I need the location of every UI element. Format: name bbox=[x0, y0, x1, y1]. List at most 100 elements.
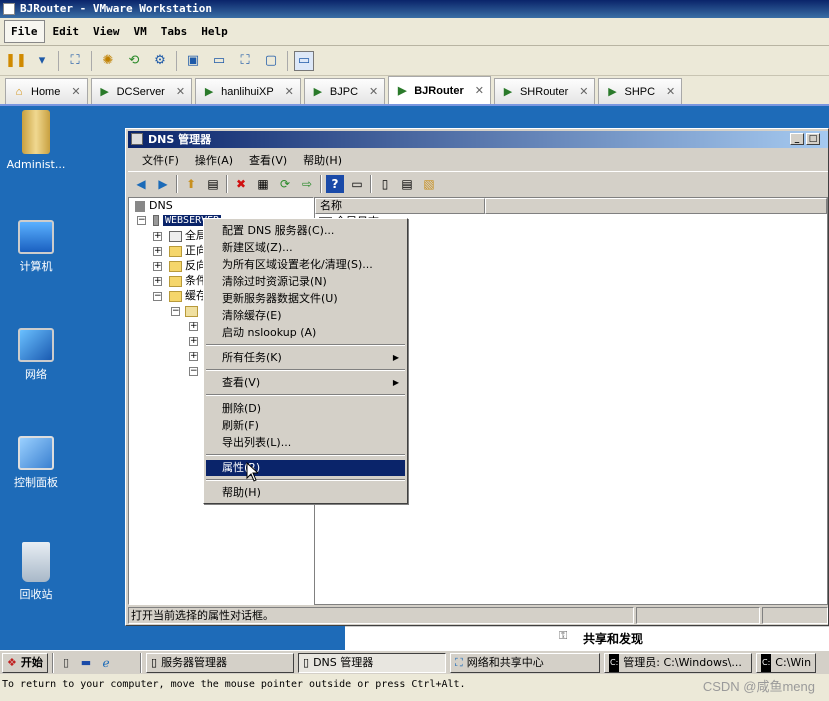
console-view-icon[interactable]: ▭ bbox=[209, 51, 229, 71]
tree-node-zone[interactable] bbox=[185, 303, 201, 318]
menu-item-properties[interactable]: 属性(R) bbox=[206, 460, 405, 476]
tree-node-conditional-forwarders[interactable]: 条件 bbox=[169, 273, 207, 288]
vm-menu-help[interactable]: Help bbox=[195, 21, 234, 42]
tab-bjpc[interactable]: ▶ BJPC ✕ bbox=[303, 78, 386, 104]
help-icon[interactable]: ? bbox=[326, 174, 344, 193]
taskbar-button-dns-manager[interactable]: ▯ DNS 管理器 bbox=[298, 652, 446, 673]
close-icon[interactable]: ✕ bbox=[285, 85, 294, 98]
tree-node-dns[interactable]: DNS bbox=[135, 198, 173, 213]
close-icon[interactable]: ✕ bbox=[579, 85, 588, 98]
menu-item-delete[interactable]: 删除(D) bbox=[206, 401, 405, 417]
vm-menu-tabs[interactable]: Tabs bbox=[155, 21, 194, 42]
menu-item-all-tasks[interactable]: 所有任务(K) ▶ bbox=[206, 350, 405, 366]
menu-item-new-zone[interactable]: 新建区域(Z)... bbox=[206, 240, 405, 256]
tab-shrouter[interactable]: ▶ SHRouter ✕ bbox=[493, 78, 596, 104]
tab-hanlihuixp[interactable]: ▶ hanlihuiXP ✕ bbox=[195, 78, 301, 104]
pause-icon[interactable]: ❚❚ bbox=[5, 51, 27, 71]
taskbar-button-network-center[interactable]: ⛶ 网络和共享中心 bbox=[450, 652, 600, 673]
internet-explorer-icon[interactable]: ℯ bbox=[98, 653, 114, 673]
taskbar-button-cmd-admin[interactable]: C: 管理员: C:\Windows\... bbox=[604, 652, 752, 673]
maximize-button[interactable]: □ bbox=[806, 133, 820, 145]
close-icon[interactable]: ✕ bbox=[71, 85, 80, 98]
taskbar-button-cmd[interactable]: C: C:\Win bbox=[756, 652, 816, 673]
menu-separator bbox=[206, 479, 405, 481]
tree-node-reverse-zones[interactable]: 反向 bbox=[169, 258, 207, 273]
vm-menu-vm[interactable]: VM bbox=[128, 21, 153, 42]
close-icon[interactable]: ✕ bbox=[666, 85, 675, 98]
desktop-icon-control-panel[interactable]: 控制面板 bbox=[0, 436, 76, 490]
menu-item-export-list[interactable]: 导出列表(L)... bbox=[206, 435, 405, 451]
expand-icon[interactable]: + bbox=[153, 232, 162, 241]
tab-home[interactable]: ⌂ Home ✕ bbox=[5, 78, 88, 104]
export-list-icon[interactable]: ⇨ bbox=[298, 175, 316, 193]
tab-shpc[interactable]: ▶ SHPC ✕ bbox=[598, 78, 683, 104]
show-desktop-icon[interactable]: ▬ bbox=[78, 653, 94, 673]
server-icon[interactable]: ▯ bbox=[376, 175, 394, 193]
vm-menu-file[interactable]: File bbox=[4, 20, 45, 43]
expand-icon[interactable]: + bbox=[153, 277, 162, 286]
tree-node-global-logs[interactable]: 全局 bbox=[169, 228, 207, 243]
revert-snapshot-icon[interactable]: ⟲ bbox=[124, 51, 144, 71]
menu-item-refresh[interactable]: 刷新(F) bbox=[206, 418, 405, 434]
collapse-icon[interactable]: − bbox=[153, 292, 162, 301]
unity-icon[interactable]: ▢ bbox=[261, 51, 281, 71]
collapse-icon[interactable]: − bbox=[137, 216, 146, 225]
expand-icon[interactable]: + bbox=[189, 352, 198, 361]
menu-item-help[interactable]: 帮助(H) bbox=[206, 485, 405, 501]
menu-item-update-data-files[interactable]: 更新服务器数据文件(U) bbox=[206, 291, 405, 307]
menu-item-configure-dns[interactable]: 配置 DNS 服务器(C)... bbox=[206, 223, 405, 239]
collapse-icon[interactable]: − bbox=[171, 307, 180, 316]
console-view-icon[interactable]: ▭ bbox=[348, 175, 366, 193]
vm-menu-edit[interactable]: Edit bbox=[47, 21, 86, 42]
show-hide-tree-icon[interactable]: ▤ bbox=[204, 175, 222, 193]
dns-menu-view[interactable]: 查看(V) bbox=[241, 150, 295, 170]
tab-bjrouter[interactable]: ▶ BJRouter ✕ bbox=[388, 76, 491, 104]
snapshot-manager-icon[interactable]: ⚙ bbox=[150, 51, 170, 71]
taskbar-button-server-manager[interactable]: ▯ 服务器管理器 bbox=[146, 652, 294, 673]
menu-item-set-aging[interactable]: 为所有区域设置老化/清理(S)... bbox=[206, 257, 405, 273]
close-icon[interactable]: ✕ bbox=[369, 85, 378, 98]
close-icon[interactable]: ✕ bbox=[475, 84, 484, 97]
quick-switch-icon[interactable]: ▭ bbox=[294, 50, 314, 71]
expand-icon[interactable]: + bbox=[153, 262, 162, 271]
tree-node-cached-lookups[interactable]: 缓存 bbox=[169, 288, 207, 303]
tab-dcserver[interactable]: ▶ DCServer ✕ bbox=[90, 78, 193, 104]
record-list-icon[interactable]: ▤ bbox=[398, 175, 416, 193]
sidebar-toggle-icon[interactable]: ▣ bbox=[183, 51, 203, 71]
start-button[interactable]: ❖ 开始 bbox=[2, 652, 48, 673]
desktop-icon-computer[interactable]: 计算机 bbox=[0, 220, 76, 274]
forward-arrow-icon[interactable]: ▶ bbox=[154, 175, 172, 193]
server-manager-quicklaunch-icon[interactable]: ▯ bbox=[58, 653, 74, 673]
menu-item-view[interactable]: 查看(V) ▶ bbox=[206, 375, 405, 391]
desktop-icon-administrator[interactable]: Administ... bbox=[0, 110, 76, 171]
desktop-icon-recycle-bin[interactable]: 回收站 bbox=[0, 542, 76, 602]
tree-node-forward-zones[interactable]: 正向 bbox=[169, 243, 207, 258]
zone-icon[interactable]: ▧ bbox=[420, 175, 438, 193]
column-header-empty[interactable] bbox=[485, 198, 827, 214]
expand-icon[interactable]: + bbox=[153, 247, 162, 256]
fullscreen-icon[interactable]: ⛶ bbox=[235, 51, 255, 71]
refresh-icon[interactable]: ⟳ bbox=[276, 175, 294, 193]
dropdown-arrow-icon[interactable]: ▾ bbox=[32, 51, 52, 71]
menu-item-scavenge-records[interactable]: 清除过时资源记录(N) bbox=[206, 274, 405, 290]
collapse-icon[interactable]: − bbox=[189, 367, 198, 376]
menu-item-launch-nslookup[interactable]: 启动 nslookup (A) bbox=[206, 325, 405, 341]
close-icon[interactable]: ✕ bbox=[176, 85, 185, 98]
dns-title-bar[interactable]: DNS 管理器 _ □ bbox=[128, 131, 828, 148]
properties-icon[interactable]: ▦ bbox=[254, 175, 272, 193]
delete-icon[interactable]: ✖ bbox=[232, 175, 250, 193]
expand-icon[interactable]: + bbox=[189, 337, 198, 346]
back-arrow-icon[interactable]: ◀ bbox=[132, 175, 150, 193]
dns-menu-file[interactable]: 文件(F) bbox=[134, 150, 187, 170]
dns-menu-help[interactable]: 帮助(H) bbox=[295, 150, 350, 170]
menu-item-clear-cache[interactable]: 清除缓存(E) bbox=[206, 308, 405, 324]
dns-menu-action[interactable]: 操作(A) bbox=[187, 150, 241, 170]
expand-icon[interactable]: + bbox=[189, 322, 198, 331]
vm-menu-view[interactable]: View bbox=[87, 21, 126, 42]
desktop-icon-network[interactable]: 网络 bbox=[0, 328, 76, 382]
up-folder-icon[interactable]: ⬆ bbox=[182, 175, 200, 193]
minimize-button[interactable]: _ bbox=[790, 133, 804, 145]
snapshot-icon[interactable]: ✺ bbox=[98, 51, 118, 71]
network-adapter-icon[interactable]: ⛶ bbox=[65, 51, 85, 71]
column-header-name[interactable]: 名称 bbox=[315, 198, 485, 214]
